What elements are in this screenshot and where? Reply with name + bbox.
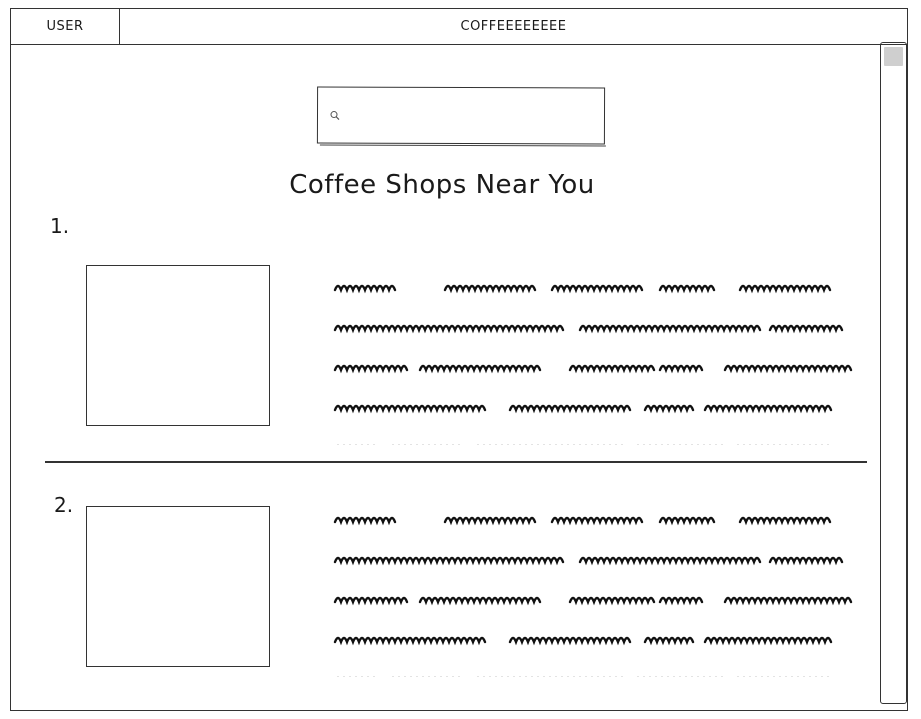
user-button[interactable]: USER <box>11 9 120 44</box>
placeholder-text-squiggle <box>333 636 487 646</box>
placeholder-text-squiggle <box>550 284 644 294</box>
placeholder-text-squiggle <box>738 284 832 294</box>
shop-image-placeholder[interactable] <box>86 265 270 426</box>
placeholder-text-squiggle <box>738 516 832 526</box>
placeholder-text-squiggle <box>508 404 632 414</box>
placeholder-text-squiggle <box>658 364 704 374</box>
placeholder-text-squiggle <box>658 516 716 526</box>
placeholder-text-squiggle <box>568 596 656 606</box>
search-input[interactable] <box>346 106 582 125</box>
placeholder-text-squiggle <box>568 364 656 374</box>
app-title: COFFEEEEEEEE <box>460 19 567 34</box>
placeholder-text-squiggle <box>418 596 542 606</box>
placeholder-text-squiggle <box>333 516 397 526</box>
scroll-thumb[interactable] <box>884 47 903 66</box>
top-bar: USER COFFEEEEEEEE <box>10 8 908 45</box>
placeholder-text-squiggle <box>333 284 397 294</box>
placeholder-text-squiggle <box>418 364 542 374</box>
placeholder-text-squiggle <box>333 596 409 606</box>
placeholder-text-squiggle <box>643 404 695 414</box>
placeholder-text-squiggle <box>643 636 695 646</box>
shop-description-placeholder <box>330 502 860 677</box>
search-icon <box>329 109 341 121</box>
search-box[interactable] <box>316 86 606 145</box>
list-item-number: 2. <box>54 493 74 517</box>
placeholder-text-squiggle <box>333 364 409 374</box>
vertical-scrollbar[interactable] <box>880 42 907 704</box>
placeholder-text-squiggle <box>333 324 565 334</box>
placeholder-text-squiggle <box>658 284 716 294</box>
placeholder-text-squiggle <box>333 556 565 566</box>
placeholder-text-squiggle <box>703 636 833 646</box>
placeholder-text-squiggle <box>768 324 844 334</box>
placeholder-text-squiggle <box>333 404 487 414</box>
placeholder-text-squiggle <box>723 364 853 374</box>
placeholder-text-squiggle <box>443 516 537 526</box>
list-divider <box>45 461 867 463</box>
list-item-number: 1. <box>50 214 70 238</box>
placeholder-text-squiggle <box>723 596 853 606</box>
placeholder-text-squiggle <box>578 556 762 566</box>
shop-image-placeholder[interactable] <box>86 506 270 667</box>
page-title: Coffee Shops Near You <box>289 170 595 200</box>
placeholder-text-squiggle <box>508 636 632 646</box>
placeholder-text-squiggle <box>768 556 844 566</box>
placeholder-text-squiggle <box>443 284 537 294</box>
placeholder-text-squiggle <box>658 596 704 606</box>
shop-description-placeholder <box>330 270 860 445</box>
placeholder-text-squiggle <box>578 324 762 334</box>
placeholder-text-squiggle <box>703 404 833 414</box>
placeholder-text-squiggle <box>550 516 644 526</box>
